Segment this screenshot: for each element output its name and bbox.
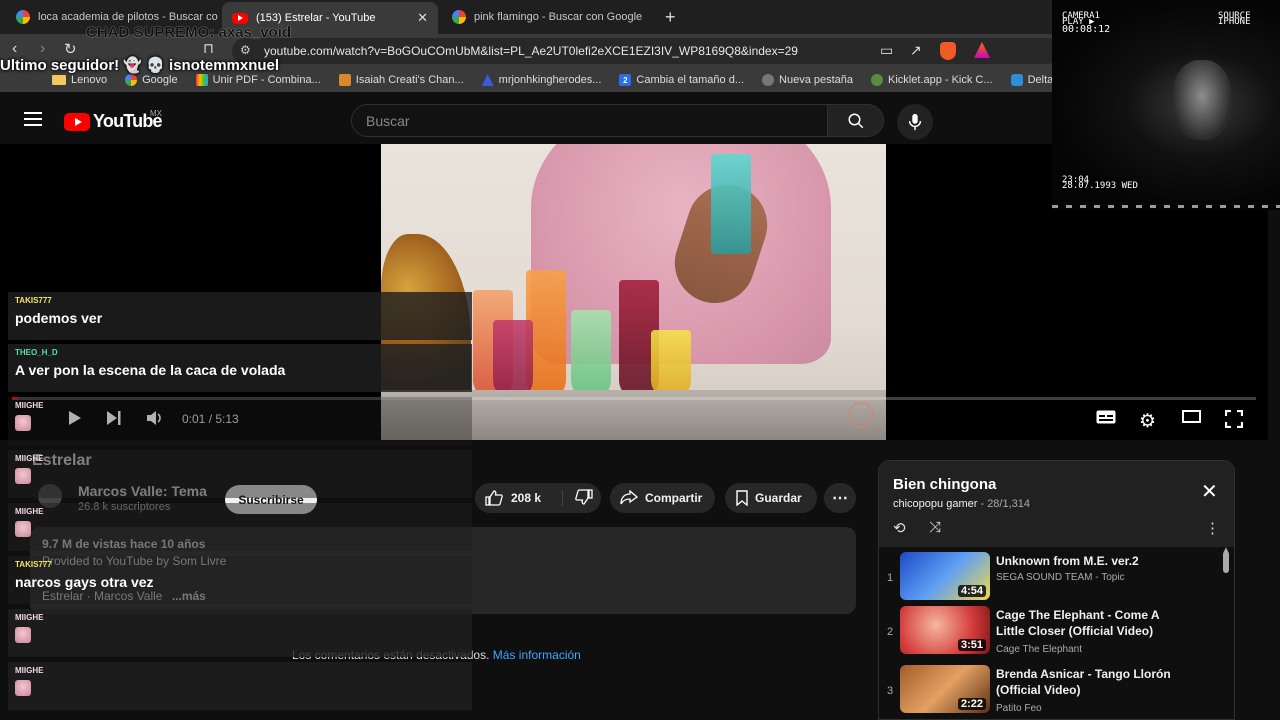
subtitles-icon	[1096, 410, 1116, 424]
bookmark-mrjonh[interactable]: mrjonhkingherodes...	[481, 74, 601, 86]
chat-message: MIIGHE	[8, 397, 472, 445]
video-thumbnail[interactable]: 3:51	[900, 606, 990, 654]
voice-search-button[interactable]	[897, 104, 933, 140]
bookmark-nueva[interactable]: Nueva pestaña	[762, 74, 853, 86]
close-icon[interactable]: ✕	[1201, 479, 1218, 504]
playlist-scrollbar[interactable]	[1223, 551, 1229, 573]
cat-emote-icon	[15, 680, 31, 696]
menu-icon[interactable]	[24, 112, 42, 126]
resize-icon: 2	[619, 74, 632, 86]
playlist-header: Bien chingona chicopopu gamer - 28/1,314…	[879, 461, 1234, 547]
more-info-link[interactable]: Más información	[493, 648, 581, 662]
loop-icon[interactable]: ⟲	[893, 519, 906, 537]
bookmark-isaiah[interactable]: Isaiah Creati's Chan...	[338, 74, 464, 86]
cat-emote-icon	[15, 468, 31, 484]
cat-emote-icon	[15, 415, 31, 431]
more-actions-icon[interactable]: ⋯	[824, 483, 856, 513]
share-arrow-icon	[620, 490, 638, 505]
bookmark-icon[interactable]: ⊓	[203, 40, 214, 57]
video-glass	[493, 320, 533, 400]
last-follower-overlay: Ultimo seguidor! 👻 💀 isnotemmxnuel	[0, 57, 280, 74]
microphone-icon	[908, 113, 922, 131]
vhs-noise-line	[1052, 205, 1280, 208]
theater-icon	[1182, 410, 1201, 423]
google-icon	[16, 10, 30, 24]
cat-emote-icon	[15, 627, 31, 643]
youtube-play-icon	[64, 112, 90, 131]
webcam-face	[1172, 60, 1232, 140]
share-button[interactable]: Compartir	[610, 483, 715, 513]
address-bar[interactable]: youtube.com/watch?v=BoGOuCOmUbM&list=PL_…	[232, 38, 1060, 64]
bookmark-lenovo[interactable]: Lenovo	[52, 74, 107, 86]
save-button[interactable]: Guardar	[725, 483, 817, 513]
som-livre-logo	[848, 402, 874, 428]
search-icon	[848, 113, 863, 128]
tab-title: pink flamingo - Buscar con Google	[474, 11, 643, 23]
playlist-item[interactable]: 1 4:54 Unknown from M.E. ver.2 SEGA SOUN…	[879, 552, 1224, 606]
bookmark-kicklet[interactable]: Kicklet.app - Kick C...	[871, 74, 993, 86]
drive-icon	[481, 74, 494, 86]
brave-shield-icon[interactable]	[940, 42, 956, 60]
webcam-overlay: CAMERA1 PLAY ▶ 00:08:12 SOURCE IPHONE 23…	[1052, 0, 1280, 210]
video-glass	[571, 310, 611, 400]
deltarune-icon	[1010, 74, 1023, 86]
cat-emote-icon	[15, 521, 31, 537]
subtitles-button[interactable]	[1096, 410, 1116, 424]
theater-mode-button[interactable]	[1182, 410, 1201, 423]
globe-icon	[762, 74, 775, 86]
bookmark-google[interactable]: Google	[125, 74, 178, 86]
chat-message: TAKIS777 narcos gays otra vez	[8, 556, 472, 604]
top-supporter-overlay: CHAD SUPREMO: axas_void	[86, 24, 292, 41]
fullscreen-icon	[1225, 410, 1243, 428]
playlist-panel: Bien chingona chicopopu gamer - 28/1,314…	[878, 460, 1235, 720]
new-tab-button[interactable]: +	[665, 7, 676, 28]
chat-message: MIIGHE	[8, 609, 472, 657]
shuffle-icon[interactable]: ⤨	[929, 519, 941, 536]
chat-message: TAKIS777 podemos ver	[8, 292, 472, 340]
region-code: MX	[150, 109, 162, 118]
site-info-icon[interactable]: ⚙	[240, 43, 251, 57]
video-glass	[711, 154, 751, 254]
pdf-icon	[195, 74, 208, 86]
tab-title: (153) Estrelar - YouTube	[256, 12, 376, 24]
playlist-menu-icon[interactable]: ⋮	[1205, 519, 1220, 537]
chat-message: THEO_H_D A ver pon la escena de la caca …	[8, 344, 472, 392]
youtube-logo[interactable]: YouTube	[64, 111, 163, 132]
google-icon	[452, 10, 466, 24]
settings-gear-icon[interactable]: ⚙	[1139, 410, 1156, 433]
browser-tab-pink-flamingo[interactable]: pink flamingo - Buscar con Google	[442, 4, 656, 30]
like-button[interactable]: 208 k	[475, 490, 563, 506]
playlist-item[interactable]: 2 3:51 Cage The Elephant - Come A Little…	[879, 606, 1224, 660]
image-icon	[338, 74, 351, 86]
chat-message: MIIGHE	[8, 662, 472, 710]
playlist-item[interactable]: 3 2:22 Brenda Asnicar - Tango Llorón (Of…	[879, 665, 1224, 719]
bookmark-unir-pdf[interactable]: Unir PDF - Combina...	[195, 74, 321, 86]
search-input[interactable]: Buscar	[351, 104, 828, 137]
youtube-icon	[232, 12, 248, 24]
tab-title: loca academia de pilotos - Buscar con	[38, 11, 218, 23]
video-thumbnail[interactable]: 2:22	[900, 665, 990, 713]
playlist-meta: chicopopu gamer - 28/1,314	[893, 498, 1031, 510]
like-dislike-group: 208 k	[475, 483, 601, 513]
chat-message: MIIGHE	[8, 503, 472, 551]
search-button[interactable]	[827, 104, 884, 137]
cast-icon[interactable]: ▭	[880, 42, 893, 59]
video-thumbnail[interactable]: 4:54	[900, 552, 990, 600]
thumbs-up-icon	[485, 490, 503, 506]
bookmark-cambia[interactable]: 2 Cambia el tamaño d...	[619, 74, 744, 86]
playlist-title[interactable]: Bien chingona	[893, 476, 996, 493]
google-icon	[125, 74, 138, 86]
thumbs-down-icon	[575, 488, 593, 505]
url-text: youtube.com/watch?v=BoGOuCOmUbM&list=PL_…	[264, 44, 798, 58]
bookmark-save-icon	[736, 490, 748, 506]
chat-message: MIIGHE	[8, 450, 472, 498]
share-icon[interactable]: ↗	[910, 42, 922, 59]
kicklet-icon	[871, 74, 884, 86]
folder-icon	[52, 75, 66, 85]
dislike-button[interactable]	[563, 488, 593, 508]
close-tab-icon[interactable]: ✕	[417, 10, 428, 26]
fullscreen-button[interactable]	[1225, 410, 1243, 428]
